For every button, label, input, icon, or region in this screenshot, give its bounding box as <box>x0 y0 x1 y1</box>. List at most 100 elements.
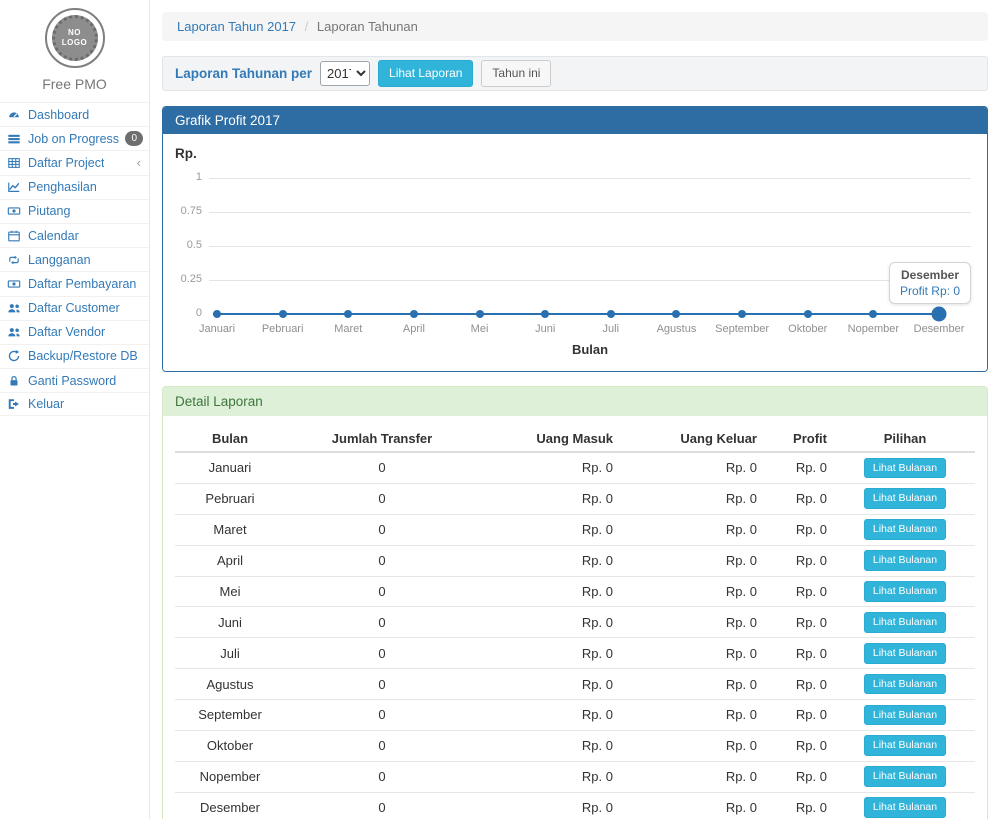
lihat-bulanan-button-juli[interactable]: Lihat Bulanan <box>864 643 946 664</box>
sidebar-item-calendar[interactable]: Calendar <box>0 223 149 247</box>
sidebar-item-label: Calendar <box>28 229 79 243</box>
column-header-uang-masuk: Uang Masuk <box>479 426 621 452</box>
table-row: Juli0Rp. 0Rp. 0Rp. 0Lihat Bulanan <box>175 638 975 669</box>
sidebar-item-label: Daftar Vendor <box>28 325 105 339</box>
cell-uang-masuk: Rp. 0 <box>479 792 621 819</box>
cell-pilihan: Lihat Bulanan <box>835 545 975 576</box>
cell-jumlah-transfer: 0 <box>285 607 479 638</box>
breadcrumb-link-laporan-tahun[interactable]: Laporan Tahun 2017 <box>177 19 296 34</box>
cell-jumlah-transfer: 0 <box>285 792 479 819</box>
sidebar-item-job-on-progress[interactable]: Job on Progress0 <box>0 126 149 150</box>
data-point-januari[interactable] <box>213 310 221 318</box>
app-layout: NO LOGO Free PMO DashboardJob on Progres… <box>0 0 1000 819</box>
report-filter-bar: Laporan Tahunan per 2017 Lihat Laporan T… <box>162 56 988 91</box>
lihat-bulanan-button-mei[interactable]: Lihat Bulanan <box>864 581 946 602</box>
cell-jumlah-transfer: 0 <box>285 669 479 700</box>
x-tick-label: Pebruari <box>262 323 304 335</box>
table-row: Januari0Rp. 0Rp. 0Rp. 0Lihat Bulanan <box>175 452 975 483</box>
lihat-bulanan-button-juni[interactable]: Lihat Bulanan <box>864 612 946 633</box>
cell-bulan: April <box>175 545 285 576</box>
profit-line-series <box>213 313 943 315</box>
cell-jumlah-transfer: 0 <box>285 452 479 483</box>
sidebar-item-langganan[interactable]: Langganan <box>0 247 149 271</box>
profit-line-chart: Rp. Bulan Desember Profit Rp: 0 10.750.5… <box>163 134 987 371</box>
year-select[interactable]: 2017 <box>320 61 370 86</box>
data-point-oktober[interactable] <box>804 310 812 318</box>
sidebar-item-ganti-password[interactable]: Ganti Password <box>0 368 149 392</box>
table-row: Nopember0Rp. 0Rp. 0Rp. 0Lihat Bulanan <box>175 761 975 792</box>
data-point-juni[interactable] <box>541 310 549 318</box>
lihat-bulanan-button-pebruari[interactable]: Lihat Bulanan <box>864 488 946 509</box>
cell-profit: Rp. 0 <box>765 576 835 607</box>
lihat-bulanan-button-september[interactable]: Lihat Bulanan <box>864 705 946 726</box>
data-point-nopember[interactable] <box>869 310 877 318</box>
sidebar-item-backup-restore-db[interactable]: Backup/Restore DB <box>0 344 149 368</box>
cell-uang-masuk: Rp. 0 <box>479 607 621 638</box>
sidebar-item-label: Ganti Password <box>28 374 116 388</box>
sidebar-item-label: Daftar Project <box>28 156 104 170</box>
cell-pilihan: Lihat Bulanan <box>835 700 975 731</box>
lihat-bulanan-button-oktober[interactable]: Lihat Bulanan <box>864 735 946 756</box>
cell-uang-masuk: Rp. 0 <box>479 545 621 576</box>
cell-bulan: Maret <box>175 514 285 545</box>
cell-uang-keluar: Rp. 0 <box>621 607 765 638</box>
cell-pilihan: Lihat Bulanan <box>835 638 975 669</box>
chart-gridline <box>209 178 971 179</box>
sidebar-item-daftar-project[interactable]: Daftar Project‹ <box>0 150 149 174</box>
y-tick-label: 0.75 <box>163 205 202 217</box>
data-point-juli[interactable] <box>607 310 615 318</box>
breadcrumb-separator: / <box>305 19 309 34</box>
cell-jumlah-transfer: 0 <box>285 730 479 761</box>
x-axis-title: Bulan <box>209 342 971 357</box>
lihat-laporan-button[interactable]: Lihat Laporan <box>378 60 473 87</box>
x-tick-label: Juli <box>603 323 620 335</box>
sidebar-item-keluar[interactable]: Keluar <box>0 392 149 416</box>
cell-uang-keluar: Rp. 0 <box>621 483 765 514</box>
y-tick-label: 1 <box>163 171 202 183</box>
lihat-bulanan-button-nopember[interactable]: Lihat Bulanan <box>864 766 946 787</box>
sidebar-item-daftar-customer[interactable]: Daftar Customer <box>0 296 149 320</box>
sidebar-item-daftar-pembayaran[interactable]: Daftar Pembayaran <box>0 271 149 295</box>
cell-bulan: Mei <box>175 576 285 607</box>
table-row: September0Rp. 0Rp. 0Rp. 0Lihat Bulanan <box>175 700 975 731</box>
data-point-agustus[interactable] <box>672 310 680 318</box>
tahun-ini-button[interactable]: Tahun ini <box>481 60 551 87</box>
cell-uang-keluar: Rp. 0 <box>621 669 765 700</box>
lihat-bulanan-button-januari[interactable]: Lihat Bulanan <box>864 458 946 479</box>
lihat-bulanan-button-desember[interactable]: Lihat Bulanan <box>864 797 946 818</box>
sidebar-item-penghasilan[interactable]: Penghasilan <box>0 175 149 199</box>
lihat-bulanan-button-maret[interactable]: Lihat Bulanan <box>864 519 946 540</box>
sidebar-item-label: Langganan <box>28 253 91 267</box>
column-header-bulan: Bulan <box>175 426 285 452</box>
retweet-icon <box>7 253 24 267</box>
cell-profit: Rp. 0 <box>765 452 835 483</box>
no-logo-seal-inner: NO LOGO <box>52 15 98 61</box>
lihat-bulanan-button-agustus[interactable]: Lihat Bulanan <box>864 674 946 695</box>
lihat-bulanan-button-april[interactable]: Lihat Bulanan <box>864 550 946 571</box>
cell-uang-masuk: Rp. 0 <box>479 452 621 483</box>
sidebar-nav: DashboardJob on Progress0Daftar Project‹… <box>0 102 149 416</box>
cell-uang-masuk: Rp. 0 <box>479 483 621 514</box>
sidebar-item-daftar-vendor[interactable]: Daftar Vendor <box>0 320 149 344</box>
sign-out-icon <box>7 397 24 411</box>
cell-profit: Rp. 0 <box>765 700 835 731</box>
data-point-mei[interactable] <box>476 310 484 318</box>
y-tick-label: 0.5 <box>163 239 202 251</box>
data-point-september[interactable] <box>738 310 746 318</box>
sidebar-item-label: Penghasilan <box>28 180 97 194</box>
cell-uang-masuk: Rp. 0 <box>479 576 621 607</box>
cell-uang-keluar: Rp. 0 <box>621 545 765 576</box>
data-point-april[interactable] <box>410 310 418 318</box>
cell-profit: Rp. 0 <box>765 545 835 576</box>
x-tick-label: Nopember <box>848 323 899 335</box>
cell-pilihan: Lihat Bulanan <box>835 576 975 607</box>
sidebar-item-dashboard[interactable]: Dashboard <box>0 102 149 126</box>
brand-block: NO LOGO Free PMO <box>0 0 149 102</box>
data-point-desember[interactable] <box>932 307 947 322</box>
data-point-maret[interactable] <box>344 310 352 318</box>
data-point-pebruari[interactable] <box>279 310 287 318</box>
cell-bulan: September <box>175 700 285 731</box>
cell-pilihan: Lihat Bulanan <box>835 483 975 514</box>
sidebar-item-piutang[interactable]: Piutang <box>0 199 149 223</box>
x-tick-label: September <box>715 323 769 335</box>
